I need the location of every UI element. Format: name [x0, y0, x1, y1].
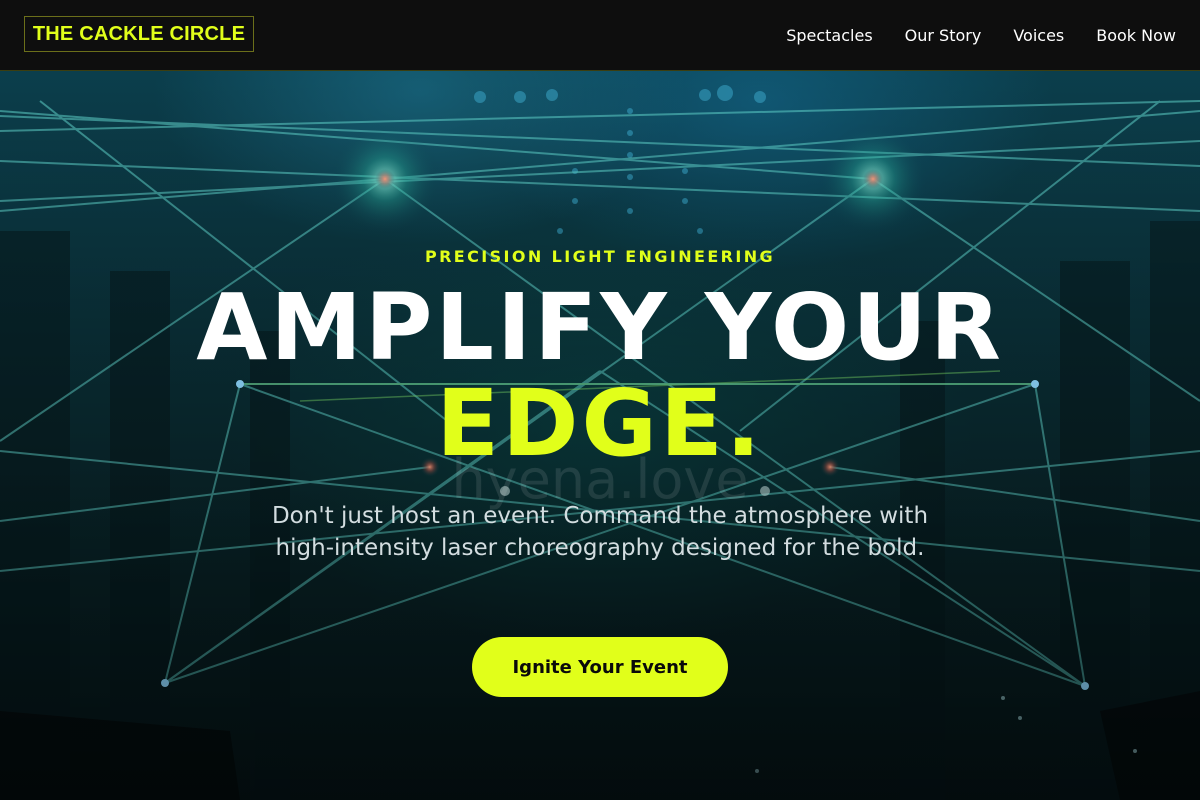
headline-line-2: EDGE. [436, 370, 764, 477]
nav-link-voices[interactable]: Voices [1013, 26, 1064, 45]
headline-line-1: AMPLIFY YOUR [196, 274, 1004, 381]
ignite-event-button[interactable]: Ignite Your Event [472, 637, 728, 697]
hero-headline: AMPLIFY YOUR EDGE. [0, 280, 1200, 472]
hero-description: Don't just host an event. Command the at… [271, 503, 929, 561]
site-header: THE CACKLE CIRCLE Spectacles Our Story V… [0, 0, 1200, 71]
nav-link-spectacles[interactable]: Spectacles [786, 26, 872, 45]
hero-eyebrow: PRECISION LIGHT ENGINEERING [424, 247, 776, 266]
main-nav: Spectacles Our Story Voices Book Now [786, 0, 1176, 70]
logo[interactable]: THE CACKLE CIRCLE [24, 16, 254, 52]
nav-link-book-now[interactable]: Book Now [1096, 26, 1176, 45]
nav-link-our-story[interactable]: Our Story [905, 26, 982, 45]
page: THE CACKLE CIRCLE Spectacles Our Story V… [0, 0, 1200, 800]
